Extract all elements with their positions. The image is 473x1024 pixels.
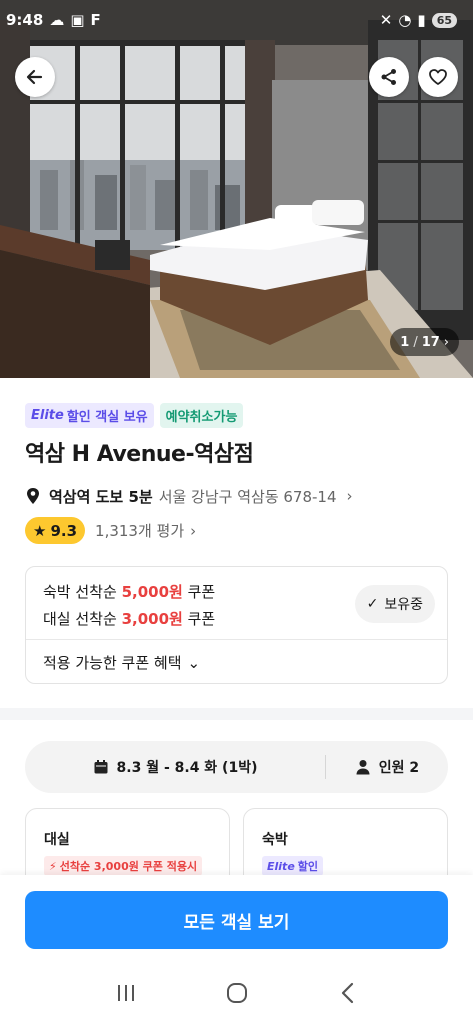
star-icon: ★ [33, 521, 47, 540]
elite-word: Elite [31, 408, 64, 423]
coupon-dayuse-prefix: 대실 선착순 [43, 610, 117, 628]
wifi-icon: ◔ [398, 11, 412, 29]
coupon-owned-button[interactable]: ✓ 보유중 [354, 585, 435, 623]
recent-apps-icon [117, 985, 134, 1001]
hotel-name: 역삼 H Avenue-역삼점 [25, 442, 254, 467]
coupon-stay-suffix: 쿠폰 [187, 583, 216, 601]
check-icon: ✓ [366, 596, 379, 612]
coupon-owned-label: 보유중 [384, 597, 423, 613]
photo-current: 1 [400, 334, 410, 350]
elite-discount-badge: Elite 할인 객실 보유 [25, 403, 154, 428]
room-photo [0, 0, 473, 378]
signal-icon: ▮ [417, 11, 426, 29]
share-icon [381, 69, 396, 85]
guest-selector[interactable]: 인원 2 [326, 757, 448, 777]
coupon-line-stay: 숙박 선착순 5,000원 쿠폰 [43, 581, 215, 602]
coupon-benefit-toggle[interactable]: 적용 가능한 쿠폰 혜택 ⌄ [43, 652, 200, 673]
rating-badge: ★ 9.3 [25, 517, 86, 544]
chevron-left-icon [341, 982, 353, 1004]
badge-row: Elite 할인 객실 보유 예약취소가능 [25, 403, 244, 428]
station-distance: 역삼역 도보 5분 [49, 487, 153, 506]
heart-icon [429, 69, 447, 85]
rating-score: 9.3 [50, 521, 78, 540]
cloud-icon: ☁ [49, 11, 65, 29]
elite-discount-tag: Elite 할인 [262, 856, 324, 876]
date-selector[interactable]: 8.3 월 - 8.4 화 (1박) [25, 757, 325, 777]
date-guest-selector: 8.3 월 - 8.4 화 (1박) 인원 2 [25, 741, 448, 793]
favorite-button[interactable] [418, 57, 458, 97]
coupon-line-dayuse: 대실 선착순 3,000원 쿠폰 [43, 608, 215, 629]
coupon-dayuse-suffix: 쿠폰 [187, 610, 216, 628]
chevron-down-icon: ⌄ [187, 653, 201, 672]
elite-tag-text: 할인 [297, 860, 319, 873]
location-row[interactable]: 역삼역 도보 5분 서울 강남구 역삼동 678-14 › [25, 484, 353, 508]
coupon-dayuse-amount: 3,000원 [121, 610, 183, 628]
photo-counter[interactable]: 1 / 17 › [390, 328, 459, 356]
chevron-right-icon: › [346, 487, 353, 505]
coupon-applied-tag: ⚡ 선착순 3,000원 쿠폰 적용시 [44, 856, 203, 876]
photo-separator: / [413, 334, 418, 350]
status-time: 9:48 [6, 11, 44, 29]
chevron-right-icon: › [443, 334, 449, 350]
map-pin-icon [25, 487, 41, 505]
elite-word: Elite [267, 859, 295, 873]
address: 서울 강남구 역삼동 678-14 [158, 487, 337, 506]
chevron-right-icon: › [190, 521, 197, 540]
room-card-title: 숙박 [262, 832, 288, 848]
guest-count: 인원 2 [378, 760, 420, 776]
lightning-icon: ⚡ [49, 859, 57, 873]
coupon-box: 숙박 선착순 5,000원 쿠폰 대실 선착순 3,000원 쿠폰 ✓ 보유중 … [25, 566, 448, 684]
photo-total: 17 [421, 334, 440, 350]
person-icon [356, 760, 370, 775]
system-back-button[interactable] [328, 973, 368, 1013]
coupon-stay-amount: 5,000원 [121, 583, 183, 601]
home-icon [226, 983, 247, 1003]
carrier-icon: F [90, 11, 101, 29]
review-count-link[interactable]: 1,313개 평가 › [95, 520, 196, 541]
hero-photo[interactable]: 9:48 ☁ ▣ F ✕ ◔ ▮ 65 1 / 17 › [0, 0, 473, 378]
date-range: 8.3 월 - 8.4 화 (1박) [116, 760, 258, 776]
divider [26, 639, 447, 640]
system-nav-bar [0, 973, 473, 1013]
coupon-benefit-label: 적용 가능한 쿠폰 혜택 [43, 654, 182, 672]
battery-indicator: 65 [431, 12, 457, 28]
calendar-icon [94, 760, 108, 774]
recent-apps-button[interactable] [106, 973, 146, 1013]
mute-icon: ✕ [379, 11, 393, 29]
coupon-applied-text: 선착순 3,000원 쿠폰 적용시 [59, 860, 198, 873]
screenshot-icon: ▣ [70, 11, 85, 29]
arrow-left-icon [26, 69, 43, 85]
cancellable-badge: 예약취소가능 [159, 403, 244, 428]
rating-row[interactable]: ★ 9.3 1,313개 평가 › [25, 517, 196, 544]
review-count: 1,313개 평가 [95, 522, 185, 540]
coupon-stay-prefix: 숙박 선착순 [43, 583, 117, 601]
home-button[interactable] [217, 973, 257, 1013]
status-bar: 9:48 ☁ ▣ F ✕ ◔ ▮ 65 [0, 0, 473, 40]
bottom-action-bar: 모든 객실 보기 [0, 875, 473, 1024]
section-divider [0, 708, 473, 720]
back-button[interactable] [15, 57, 55, 97]
room-card-title: 대실 [44, 832, 70, 848]
elite-badge-text: 할인 객실 보유 [66, 410, 148, 425]
share-button[interactable] [369, 57, 409, 97]
view-all-rooms-button[interactable]: 모든 객실 보기 [25, 891, 448, 949]
